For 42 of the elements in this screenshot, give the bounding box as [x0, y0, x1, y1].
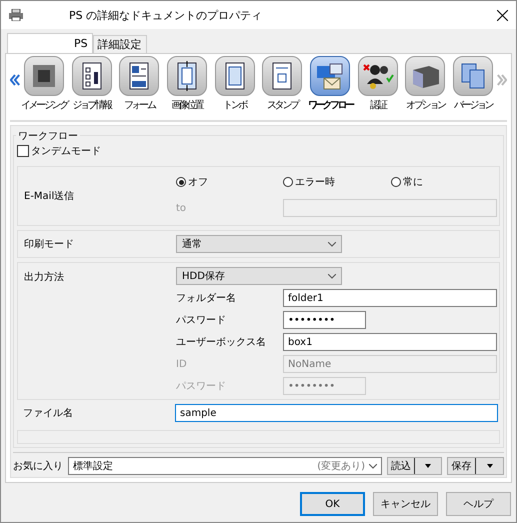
field-label: 出力方法 [24, 270, 65, 284]
field-label: ユーザーボックス名 [176, 336, 267, 349]
caret-icon [328, 274, 336, 278]
window-title: PS の詳細なドキュメントのプロパティ [68, 8, 264, 22]
output-method-dropdown[interactable]: HDD保存 [176, 267, 342, 285]
scroll-left-icon[interactable] [10, 72, 20, 88]
group-title: ワークフロー [16, 129, 80, 143]
field-label: E-Mail送信 [24, 190, 76, 203]
field-label: to [176, 202, 188, 214]
dialog-button[interactable]: OK [300, 492, 365, 516]
favorites-label: お気に入り [13, 460, 63, 473]
caret-icon [486, 464, 492, 468]
field-label: 印刷モード [24, 238, 75, 251]
field-label: フォルダー名 [176, 292, 237, 305]
radio-option[interactable]: エラー時 [283, 175, 391, 189]
radio-option[interactable]: オフ [176, 175, 283, 189]
radio-label: オフ [188, 176, 208, 189]
save-button[interactable]: 保存 [447, 457, 504, 475]
password-field[interactable]: •••••••• [283, 311, 366, 329]
caret-icon [425, 464, 431, 468]
dialog-button[interactable]: ヘルプ [446, 492, 511, 516]
caret-icon [369, 464, 377, 468]
radio-label: エラー時 [295, 176, 335, 189]
radio-option[interactable]: 常に [391, 175, 497, 189]
text-field[interactable]: folder1 [283, 289, 497, 307]
field-label: パスワード [176, 380, 227, 393]
field-label: パスワード [176, 314, 227, 327]
text-field[interactable]: box1 [283, 333, 497, 351]
load-button[interactable]: 読込 [387, 457, 442, 475]
close-icon[interactable] [497, 10, 508, 20]
field-label: ID [176, 358, 188, 370]
tab[interactable]: PS [7, 33, 93, 53]
caret-icon [328, 242, 336, 246]
favorites-dropdown[interactable]: 標準設定 (変更あり) [68, 457, 382, 475]
dialog-button[interactable]: キャンセル [373, 492, 438, 516]
printer-icon [9, 9, 23, 21]
field-label: ファイル名 [23, 407, 74, 420]
tab[interactable]: 詳細設定 [92, 35, 147, 53]
radio-label: 常に [403, 176, 423, 189]
tandem-checkbox[interactable]: タンデムモード [17, 144, 500, 158]
file-name-field[interactable]: sample [175, 404, 498, 422]
print-mode-dropdown[interactable]: 通常 [176, 235, 342, 253]
